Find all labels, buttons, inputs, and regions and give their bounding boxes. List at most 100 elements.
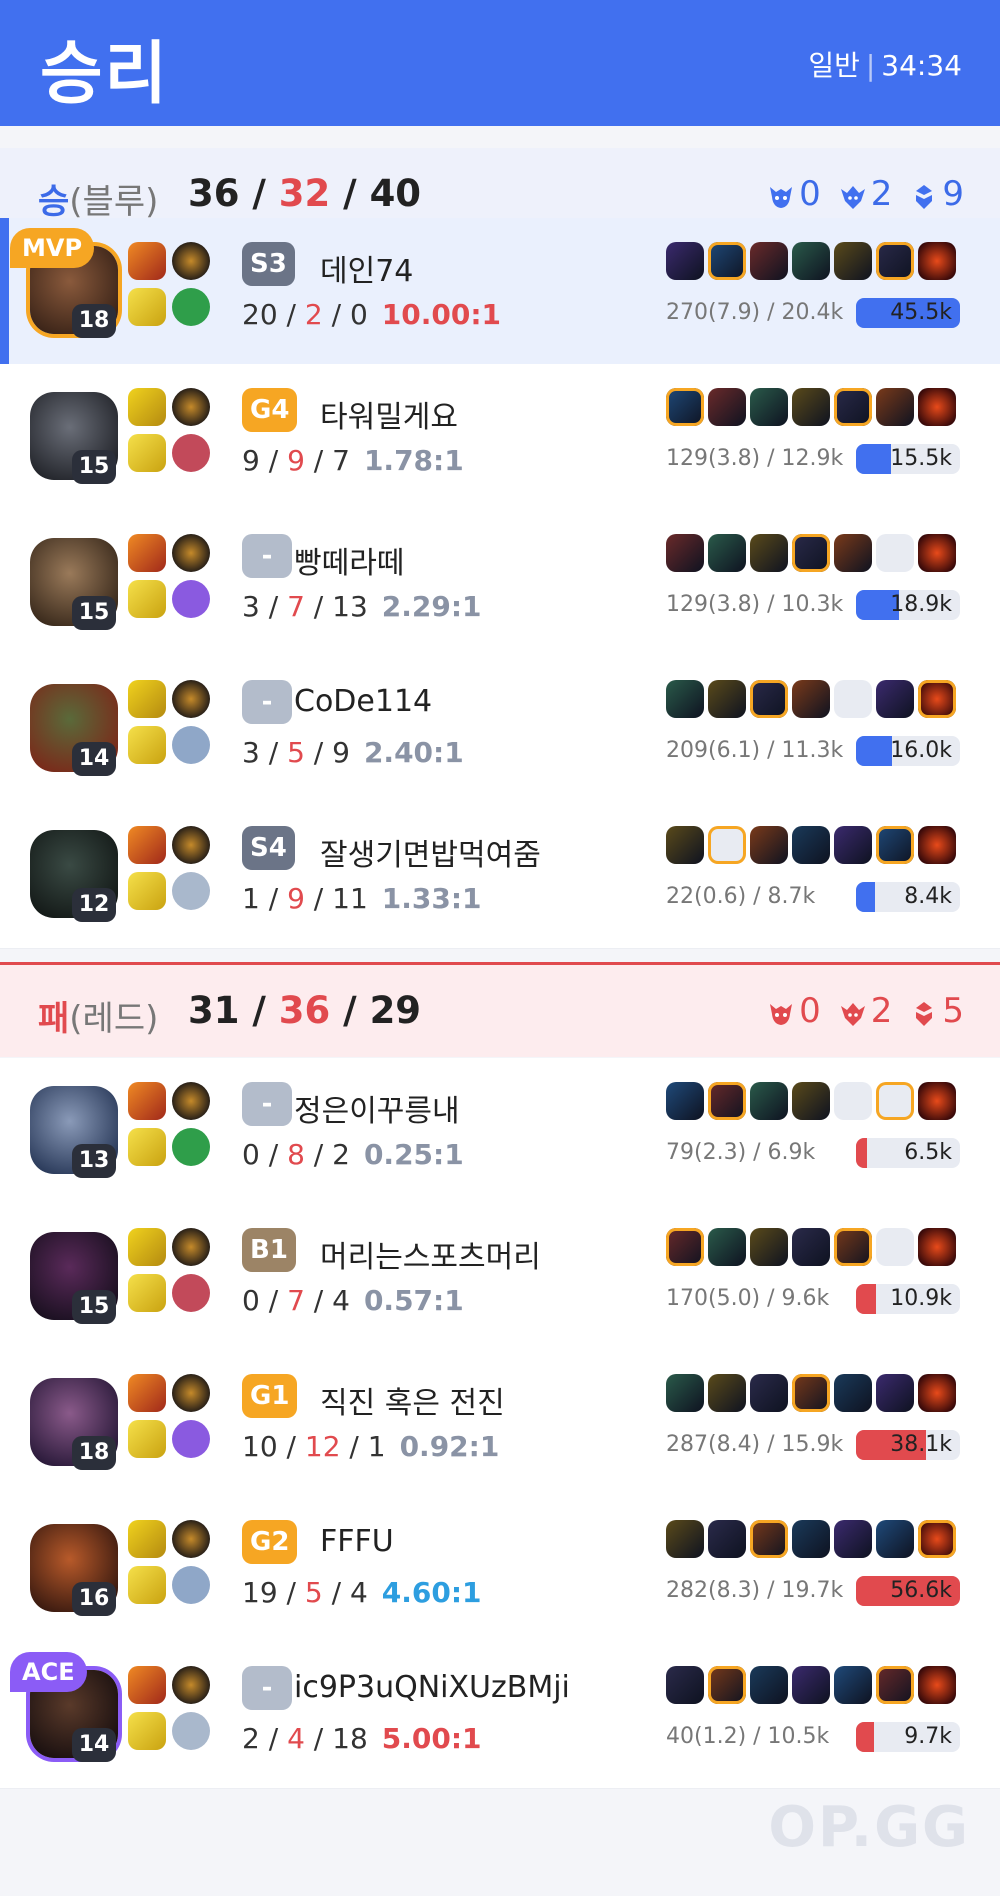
item-icon[interactable] <box>708 1228 746 1266</box>
secondary-rune-icon[interactable] <box>172 726 210 764</box>
item-icon[interactable] <box>666 242 704 280</box>
item-icon[interactable] <box>876 826 914 864</box>
summoner-spell-icon[interactable] <box>128 1228 166 1266</box>
item-icon[interactable] <box>834 534 872 572</box>
keystone-rune-icon[interactable] <box>172 826 210 864</box>
item-icon[interactable] <box>666 1374 704 1412</box>
player-row[interactable]: 15 G4 타워밀게요 9 / 9 / 7 1.78:1 129(3.8) / 12.9k… <box>0 364 1000 511</box>
summoner-name[interactable]: CoDe114 <box>294 684 432 719</box>
summoner-spell-icon[interactable] <box>128 1666 166 1704</box>
item-icon[interactable] <box>708 1666 746 1704</box>
item-icon[interactable] <box>750 680 788 718</box>
item-icon[interactable] <box>792 1374 830 1412</box>
item-icon[interactable] <box>708 680 746 718</box>
item-icon[interactable] <box>666 1228 704 1266</box>
trinket-icon[interactable] <box>918 1082 956 1120</box>
item-icon[interactable] <box>834 680 872 718</box>
item-icon[interactable] <box>834 388 872 426</box>
item-icon[interactable] <box>708 1082 746 1120</box>
secondary-rune-icon[interactable] <box>172 1420 210 1458</box>
secondary-rune-icon[interactable] <box>172 288 210 326</box>
summoner-spell-icon[interactable] <box>128 388 166 426</box>
trinket-icon[interactable] <box>918 242 956 280</box>
item-icon[interactable] <box>834 1666 872 1704</box>
item-icon[interactable] <box>750 388 788 426</box>
secondary-rune-icon[interactable] <box>172 1128 210 1166</box>
summoner-spell-icon[interactable] <box>128 242 166 280</box>
item-icon[interactable] <box>666 826 704 864</box>
item-icon[interactable] <box>834 1520 872 1558</box>
summoner-name[interactable]: 잘생기면밥먹여줌 <box>320 830 541 874</box>
trinket-icon[interactable] <box>918 680 956 718</box>
item-icon[interactable] <box>792 1082 830 1120</box>
item-icon[interactable] <box>750 1228 788 1266</box>
item-icon[interactable] <box>876 534 914 572</box>
item-icon[interactable] <box>876 1666 914 1704</box>
secondary-rune-icon[interactable] <box>172 1566 210 1604</box>
summoner-spell-icon[interactable] <box>128 826 166 864</box>
summoner-name[interactable]: FFFU <box>320 1524 394 1559</box>
trinket-icon[interactable] <box>918 1228 956 1266</box>
trinket-icon[interactable] <box>918 1520 956 1558</box>
trinket-icon[interactable] <box>918 1374 956 1412</box>
keystone-rune-icon[interactable] <box>172 1082 210 1120</box>
item-icon[interactable] <box>834 826 872 864</box>
trinket-icon[interactable] <box>918 388 956 426</box>
item-icon[interactable] <box>750 242 788 280</box>
flash-spell-icon[interactable] <box>128 1712 166 1750</box>
item-icon[interactable] <box>834 1228 872 1266</box>
item-icon[interactable] <box>876 242 914 280</box>
item-icon[interactable] <box>708 242 746 280</box>
item-icon[interactable] <box>750 1374 788 1412</box>
secondary-rune-icon[interactable] <box>172 1712 210 1750</box>
summoner-name[interactable]: ic9P3uQNiXUzBMji <box>294 1670 570 1705</box>
flash-spell-icon[interactable] <box>128 1420 166 1458</box>
item-icon[interactable] <box>792 534 830 572</box>
item-icon[interactable] <box>666 1520 704 1558</box>
flash-spell-icon[interactable] <box>128 434 166 472</box>
summoner-name[interactable]: 머리는스포츠머리 <box>320 1232 541 1276</box>
item-icon[interactable] <box>750 1082 788 1120</box>
summoner-name[interactable]: 타워밀게요 <box>320 392 458 436</box>
item-icon[interactable] <box>792 1666 830 1704</box>
secondary-rune-icon[interactable] <box>172 1274 210 1312</box>
summoner-name[interactable]: 데인74 <box>320 246 413 290</box>
item-icon[interactable] <box>792 826 830 864</box>
item-icon[interactable] <box>792 680 830 718</box>
item-icon[interactable] <box>708 534 746 572</box>
player-row[interactable]: 16 G2 FFFU 19 / 5 / 4 4.60:1 282(8.3) / 19.7k… <box>0 1496 1000 1643</box>
item-icon[interactable] <box>792 1520 830 1558</box>
item-icon[interactable] <box>666 388 704 426</box>
item-icon[interactable] <box>876 1520 914 1558</box>
summoner-name[interactable]: 빵떼라떼 <box>294 538 404 582</box>
flash-spell-icon[interactable] <box>128 1128 166 1166</box>
item-icon[interactable] <box>876 1228 914 1266</box>
item-icon[interactable] <box>834 1374 872 1412</box>
item-icon[interactable] <box>792 388 830 426</box>
flash-spell-icon[interactable] <box>128 726 166 764</box>
secondary-rune-icon[interactable] <box>172 580 210 618</box>
item-icon[interactable] <box>666 534 704 572</box>
summoner-spell-icon[interactable] <box>128 1082 166 1120</box>
item-icon[interactable] <box>666 1666 704 1704</box>
flash-spell-icon[interactable] <box>128 580 166 618</box>
flash-spell-icon[interactable] <box>128 1566 166 1604</box>
summoner-spell-icon[interactable] <box>128 680 166 718</box>
player-row[interactable]: 14 ACE - ic9P3uQNiXUzBMji 2 / 4 / 18 5.00:1 40… <box>0 1642 1000 1789</box>
secondary-rune-icon[interactable] <box>172 434 210 472</box>
item-icon[interactable] <box>708 826 746 864</box>
keystone-rune-icon[interactable] <box>172 1228 210 1266</box>
item-icon[interactable] <box>750 1520 788 1558</box>
summoner-spell-icon[interactable] <box>128 534 166 572</box>
item-icon[interactable] <box>708 388 746 426</box>
player-row[interactable]: 14- CoDe114 3 / 5 / 9 2.40:1 209(6.1) / 11.3… <box>0 656 1000 803</box>
summoner-spell-icon[interactable] <box>128 1374 166 1412</box>
keystone-rune-icon[interactable] <box>172 680 210 718</box>
item-icon[interactable] <box>708 1374 746 1412</box>
item-icon[interactable] <box>750 1666 788 1704</box>
flash-spell-icon[interactable] <box>128 1274 166 1312</box>
keystone-rune-icon[interactable] <box>172 1374 210 1412</box>
item-icon[interactable] <box>876 1374 914 1412</box>
summoner-name[interactable]: 직진 혹은 전진 <box>320 1378 505 1422</box>
item-icon[interactable] <box>876 1082 914 1120</box>
